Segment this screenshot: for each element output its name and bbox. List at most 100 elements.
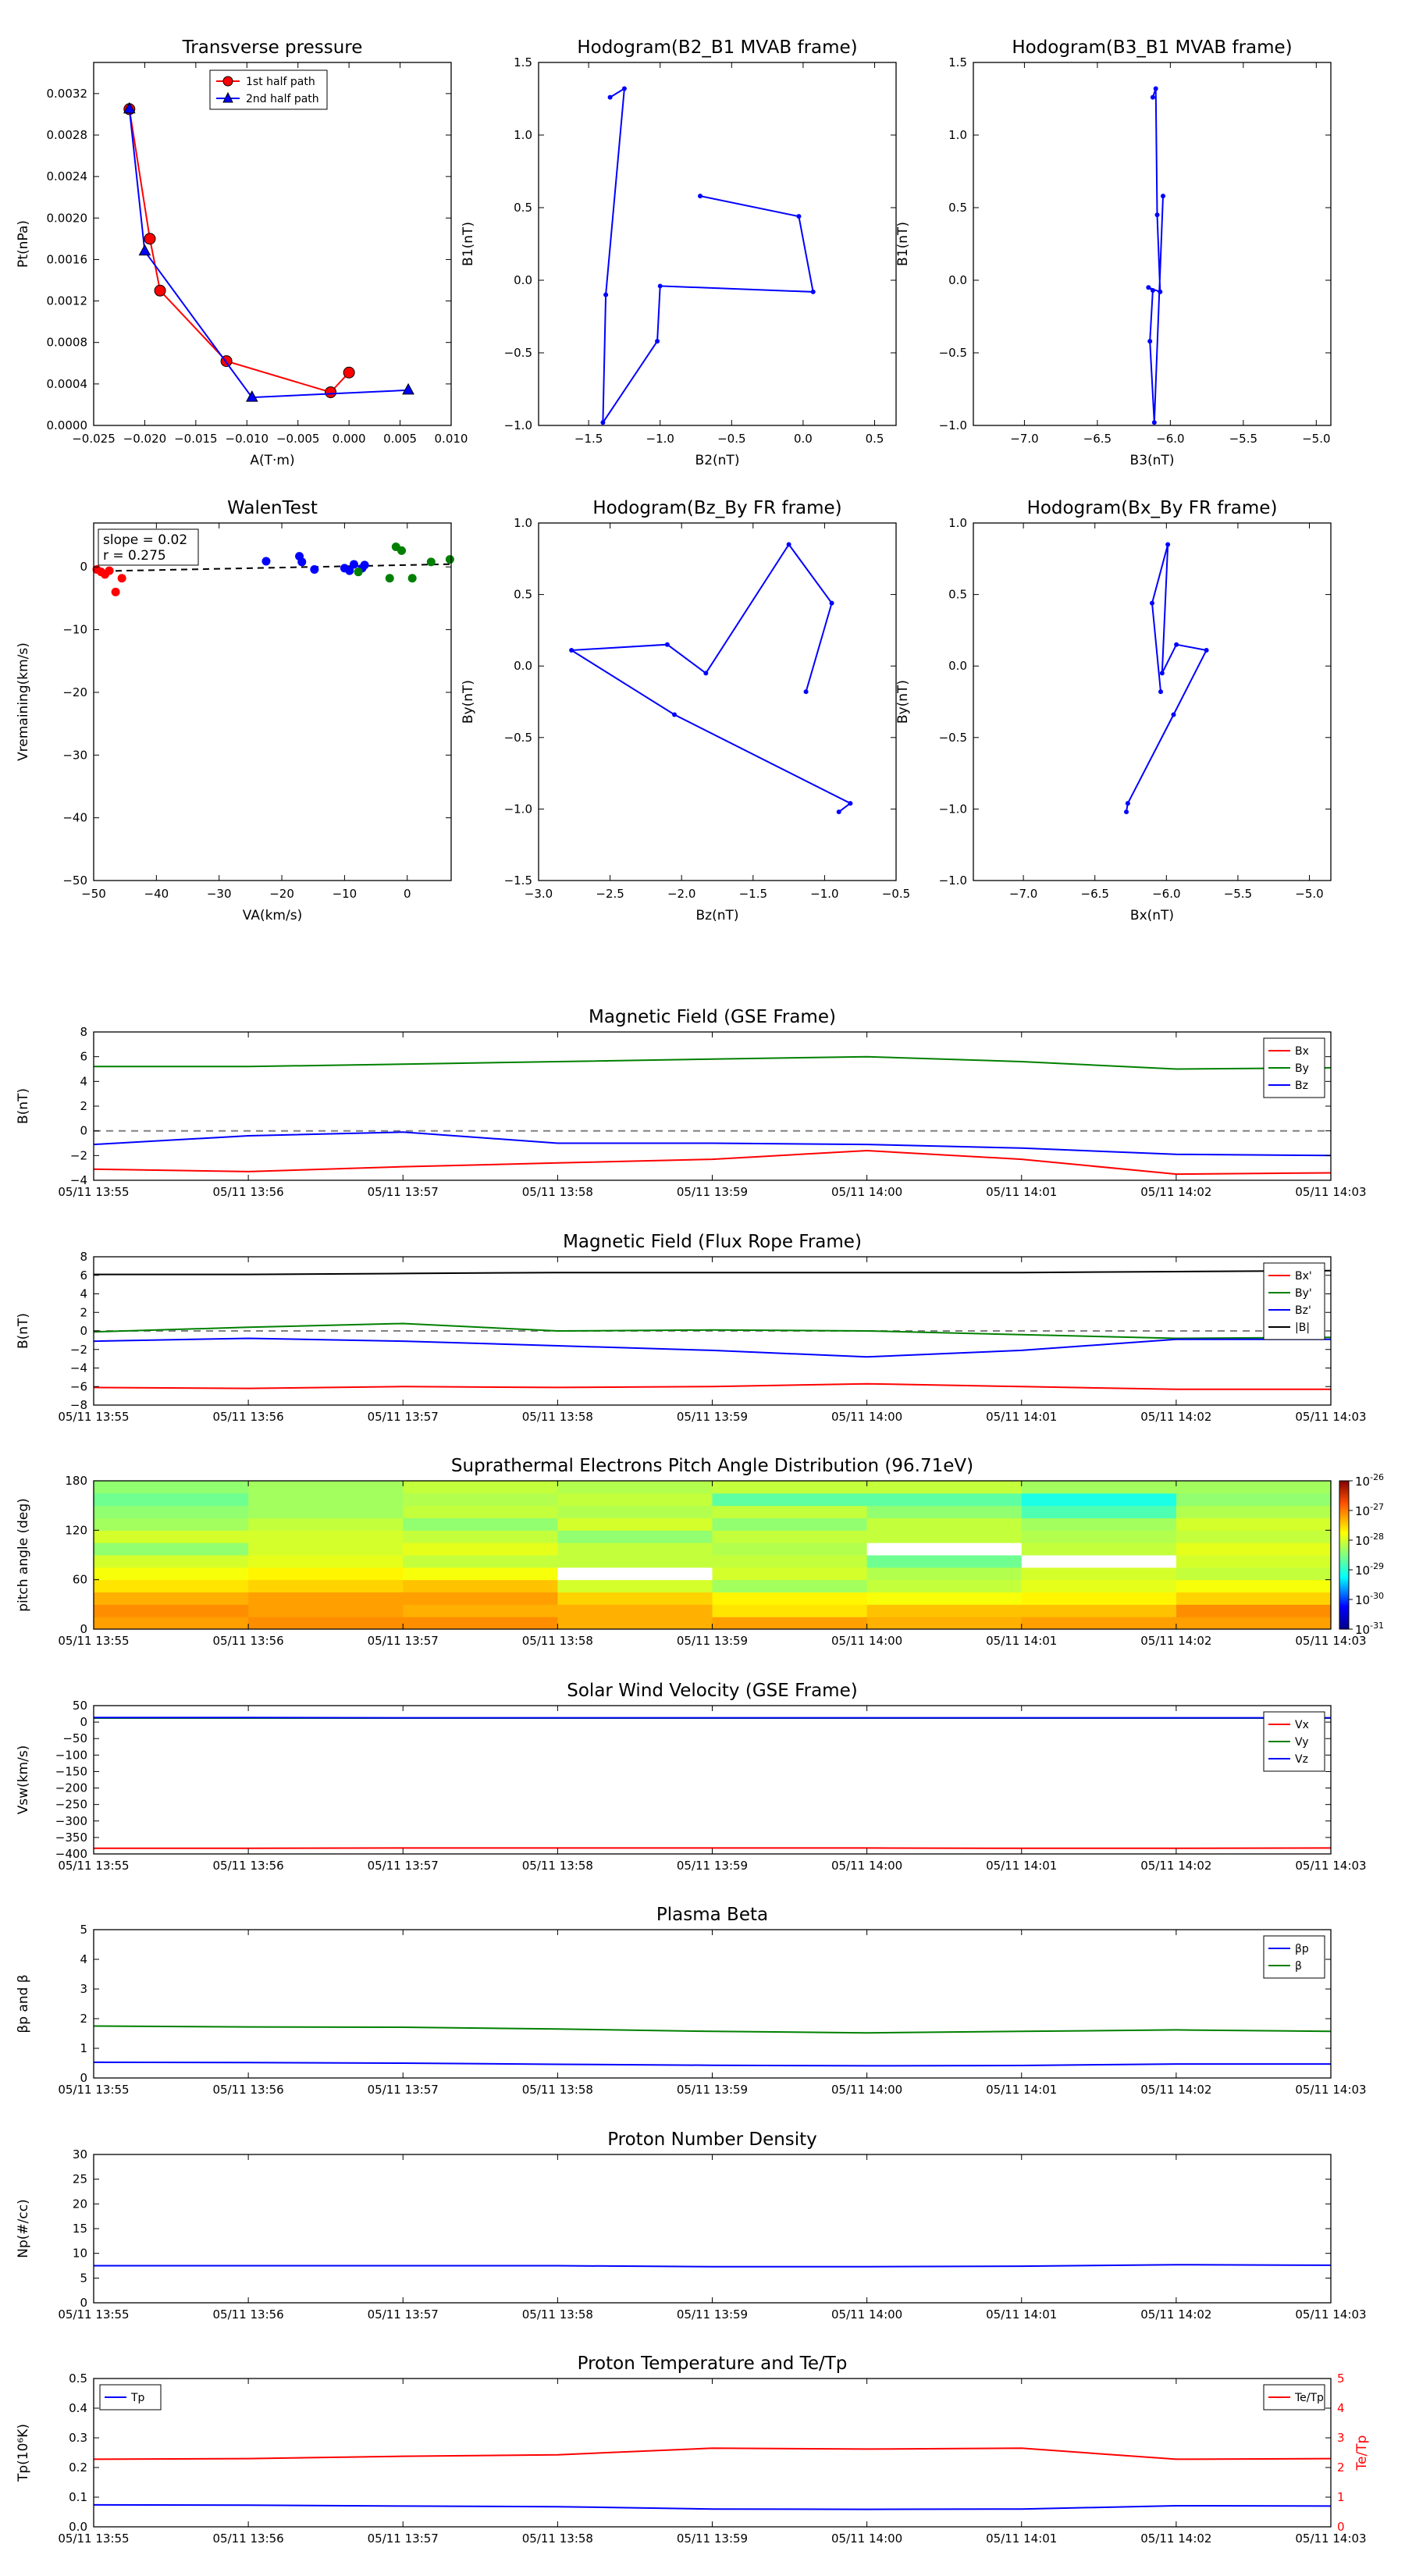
- transverse-pressure-ytick-label: 0.0024: [47, 169, 88, 183]
- hodogram-b3-b1-data-point: [1151, 420, 1157, 425]
- hodogram-bx-by-xtick-label: −5.5: [1224, 887, 1252, 901]
- proton-density-xtick-label: 05/11 13:58: [522, 2307, 593, 2322]
- hodogram-b2-b1-panel: −1.5 −1.0 −0.5 0.0 0.5 −1.0 −0.5 0.0 0.5 1.0 1.5 Ho…: [461, 37, 897, 468]
- transverse-pressure-xtick-label: −0.005: [276, 432, 320, 446]
- hodogram-bx-by-data-point: [1174, 642, 1179, 647]
- walen-test-data-point: [310, 564, 319, 574]
- pitch-angle-heat-cell: [1021, 1493, 1177, 1507]
- pitch-angle-heat-cell: [403, 1592, 558, 1605]
- solar-wind-velocity-legend-label: Vy: [1295, 1736, 1309, 1749]
- magnetic-field-fr-legend-label: By': [1295, 1287, 1312, 1300]
- magnetic-field-gse-title: Magnetic Field (GSE Frame): [589, 1007, 836, 1027]
- pitch-angle-heat-cell: [248, 1493, 404, 1507]
- pitch-angle-heat-cell: [1021, 1505, 1177, 1518]
- hodogram-b3-b1-data-point: [1153, 86, 1158, 91]
- hodogram-b3-b1-ylabel: B1(nT): [895, 222, 911, 266]
- magnetic-field-gse-axes-frame: [93, 1031, 1332, 1181]
- proton-temperature-axes-frame: [93, 2378, 1332, 2528]
- proton-density-ytick-label: 25: [73, 2172, 87, 2186]
- plasma-beta-ytick-label: 3: [80, 1982, 87, 1996]
- pitch-angle-heat-cell: [866, 1530, 1023, 1543]
- pitch-angle-heat-cell: [403, 1505, 558, 1518]
- hodogram-bx-by-ytick-label: −1.0: [939, 802, 967, 816]
- pitch-angle-heat-cell: [866, 1592, 1023, 1605]
- proton-temperature-ytick-label: 0.4: [69, 2401, 87, 2415]
- magnetic-field-gse-xtick-label: 05/11 14:00: [831, 1185, 902, 1199]
- proton-temperature-xtick-label: 05/11 13:57: [368, 2532, 439, 2546]
- pitch-angle-heat-cell: [94, 1579, 249, 1592]
- magnetic-field-gse-xtick-label: 05/11 13:58: [522, 1185, 593, 1199]
- pitch-angle-heat-cell: [557, 1555, 713, 1568]
- hodogram-bx-by-ytick-label: 0.5: [948, 588, 967, 602]
- pitch-angle-heat-cell: [866, 1567, 1023, 1581]
- transverse-pressure-ytick-label: 0.0004: [47, 377, 88, 391]
- pitch-angle-heat-cell: [1021, 1481, 1177, 1494]
- pitch-angle-heat-cell: [866, 1555, 1023, 1568]
- hodogram-bz-by-xtick-label: −1.0: [810, 887, 838, 901]
- walen-test-ytick-label: −20: [62, 685, 87, 699]
- walen-test-ytick-label: −30: [62, 748, 87, 762]
- magnetic-field-gse-legend-label: Bx: [1295, 1045, 1309, 1058]
- walen-test-data-point: [297, 557, 307, 567]
- hodogram-b2-b1-xtick-label: 0.0: [794, 432, 813, 446]
- magnetic-field-fr-xtick-label: 05/11 13:55: [58, 1410, 129, 1424]
- proton-density-xtick-label: 05/11 13:55: [58, 2307, 129, 2322]
- pitch-angle-heat-cell: [1176, 1542, 1332, 1556]
- hodogram-b3-b1-data-point: [1158, 289, 1163, 294]
- proton-temperature-xtick-label: 05/11 14:03: [1295, 2532, 1366, 2546]
- pitch-angle-heat-cell: [1176, 1592, 1332, 1605]
- hodogram-bz-by-data-point: [672, 712, 678, 717]
- magnetic-field-gse-xtick-label: 05/11 14:01: [986, 1185, 1057, 1199]
- magnetic-field-fr-series-line-2: [93, 1337, 1331, 1358]
- hodogram-b2-b1-data-point: [796, 214, 802, 219]
- solar-wind-velocity-axes-frame: [93, 1705, 1332, 1855]
- hodogram-b3-b1-data-point: [1146, 285, 1151, 290]
- pitch-angle-heat-cell: [1021, 1592, 1177, 1605]
- pitch-angle-heat-cell: [94, 1567, 249, 1581]
- pitch-angle-heat-cell: [94, 1604, 249, 1617]
- pitch-angle-heat-cell: [248, 1542, 404, 1556]
- pitch-angle-heat-cell: [712, 1592, 868, 1605]
- proton-density-ylabel: Np(#/cc): [16, 2199, 31, 2258]
- solar-wind-velocity-ytick-label: 0: [80, 1715, 87, 1729]
- pitch-angle-heat-cell: [866, 1493, 1023, 1507]
- solar-wind-velocity-ytick-label: −350: [55, 1831, 87, 1845]
- pitch-angle-heat-cell: [248, 1604, 404, 1617]
- hodogram-b2-b1-data-point: [810, 289, 816, 294]
- walen-test-data-point: [426, 557, 436, 567]
- magnetic-field-fr-xtick-label: 05/11 14:03: [1295, 1410, 1366, 1424]
- hodogram-b3-b1-xtick-label: −6.0: [1156, 432, 1184, 446]
- transverse-pressure-ytick-label: 0.0028: [47, 128, 88, 142]
- pitch-angle-heat-cell: [403, 1555, 558, 1568]
- pitch-angle-ytick-label: 0: [80, 1622, 87, 1636]
- pitch-angle-heat-cell: [248, 1530, 404, 1543]
- solar-wind-velocity-xtick-label: 05/11 13:57: [368, 1859, 439, 1873]
- hodogram-b3-b1-data-point: [1150, 94, 1155, 100]
- magnetic-field-gse-ytick-label: −4: [70, 1173, 87, 1187]
- transverse-pressure-ytick-label: 0.0032: [47, 87, 88, 101]
- magnetic-field-fr-ylabel: B(nT): [16, 1313, 31, 1349]
- magnetic-field-gse-ylabel: B(nT): [16, 1088, 31, 1124]
- solar-wind-velocity-xtick-label: 05/11 14:01: [986, 1859, 1057, 1873]
- pitch-angle-heat-cell: [94, 1555, 249, 1568]
- pitch-angle-heat-cell: [1021, 1617, 1177, 1630]
- pitch-angle-heat-cell: [94, 1517, 249, 1531]
- pitch-angle-heat-cell: [712, 1505, 868, 1518]
- walen-test-ytick-label: −40: [62, 811, 87, 825]
- pitch-angle-heat-cell: [866, 1517, 1023, 1531]
- pitch-angle-heat-cell: [557, 1542, 713, 1556]
- hodogram-bx-by-axes-frame: [973, 522, 1332, 881]
- proton-density-ytick-label: 30: [73, 2147, 87, 2161]
- pitch-angle-heat-cell: [712, 1481, 868, 1494]
- magnetic-field-gse-legend-label: By: [1295, 1062, 1309, 1075]
- hodogram-b3-b1-xtick-label: −6.5: [1083, 432, 1112, 446]
- proton-density-panel: 05/11 13:55 05/11 13:56 05/11 13:57 05/11 1…: [16, 2129, 1367, 2322]
- transverse-pressure-legend-label: 1st half path: [246, 76, 315, 88]
- walen-test-data-point: [354, 568, 363, 577]
- solar-wind-velocity-legend-label: Vz: [1295, 1753, 1308, 1766]
- hodogram-b3-b1-ytick-label: 0.0: [948, 273, 967, 287]
- hodogram-bz-by-data-point: [664, 642, 670, 647]
- plasma-beta-xtick-label: 05/11 14:03: [1295, 2083, 1366, 2097]
- plasma-beta-xtick-label: 05/11 13:56: [213, 2083, 284, 2097]
- pitch-angle-heat-cell: [403, 1493, 558, 1507]
